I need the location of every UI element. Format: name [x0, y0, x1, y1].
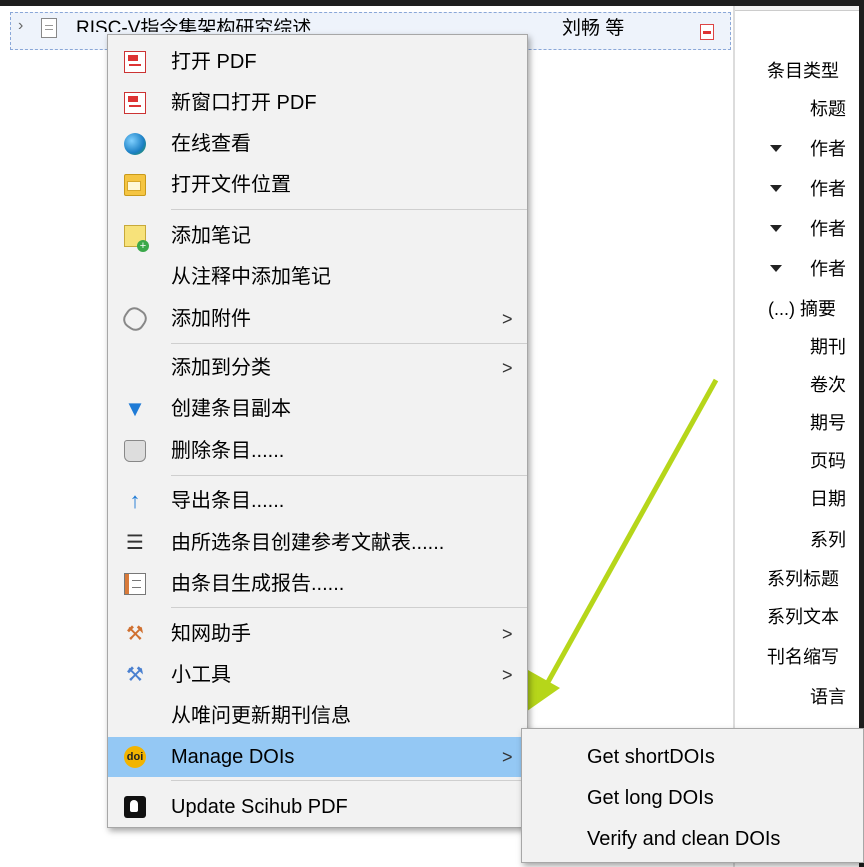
manage-dois-submenu: Get shortDOIs Get long DOIs Verify and c… [521, 728, 864, 863]
menu-item-add-attachment[interactable]: 添加附件 > [108, 299, 527, 339]
annotation-arrow-shaft [535, 378, 719, 702]
menu-item-label: 导出条目...... [171, 490, 285, 512]
wrench-icon: ⚒ [126, 623, 144, 645]
submenu-item-verify-clean-dois[interactable]: Verify and clean DOIs [522, 818, 863, 860]
globe-icon [124, 133, 146, 155]
menu-separator [171, 607, 527, 608]
chevron-right-icon: > [502, 358, 513, 378]
bibliography-icon: ☰ [126, 532, 144, 554]
menu-item-duplicate-item[interactable]: ▼ 创建条目副本 [108, 389, 527, 429]
menu-item-show-file[interactable]: 打开文件位置 [108, 165, 527, 205]
menu-item-label: 在线查看 [171, 133, 251, 155]
menu-item-export-item[interactable]: ↑ 导出条目...... [108, 481, 527, 521]
scihub-icon [124, 796, 146, 818]
menu-item-label: Manage DOIs [171, 746, 295, 768]
screenshot-stage: › RISC-V指令集架构研究综述 刘畅 等 条目类型 标题 作者 作者 作者 … [0, 0, 864, 867]
add-note-icon [124, 225, 149, 252]
submenu-item-get-short-dois[interactable]: Get shortDOIs [522, 736, 863, 778]
menu-separator [171, 475, 527, 476]
menu-item-label: 新窗口打开 PDF [171, 92, 317, 114]
menu-item-generate-report[interactable]: 由条目生成报告...... [108, 564, 527, 604]
menu-item-label: 从注释中添加笔记 [171, 266, 331, 288]
duplicate-icon: ▼ [124, 396, 146, 421]
menu-separator [171, 343, 527, 344]
menu-item-manage-dois[interactable]: doi Manage DOIs > [108, 737, 527, 777]
menu-item-label: 小工具 [171, 664, 231, 686]
menu-item-delete-item[interactable]: 删除条目...... [108, 431, 527, 471]
menu-item-open-pdf-new-window[interactable]: 新窗口打开 PDF [108, 83, 527, 123]
menu-item-label: 打开文件位置 [171, 174, 291, 196]
wrench-icon: ⚒ [126, 664, 144, 686]
menu-item-label: 由条目生成报告...... [171, 573, 345, 595]
menu-item-add-note[interactable]: 添加笔记 [108, 216, 527, 256]
trash-icon [124, 440, 146, 462]
menu-item-create-bibliography[interactable]: ☰ 由所选条目创建参考文献表...... [108, 523, 527, 563]
report-icon [124, 573, 146, 595]
menu-item-open-pdf[interactable]: 打开 PDF [108, 42, 527, 82]
folder-icon [124, 174, 146, 196]
menu-item-tools[interactable]: ⚒ 小工具 > [108, 655, 527, 695]
menu-item-label: 添加到分类 [171, 357, 271, 379]
paperclip-icon [119, 303, 151, 335]
submenu-item-label: Verify and clean DOIs [587, 828, 781, 850]
doi-icon: doi [124, 746, 146, 768]
menu-item-label: 知网助手 [171, 623, 251, 645]
chevron-right-icon: > [502, 665, 513, 685]
menu-separator [171, 780, 527, 781]
menu-item-label: 从唯问更新期刊信息 [171, 705, 351, 727]
menu-item-label: 由所选条目创建参考文献表...... [171, 532, 445, 554]
submenu-item-label: Get shortDOIs [587, 746, 715, 768]
menu-item-label: 打开 PDF [171, 51, 257, 73]
menu-item-label: Update Scihub PDF [171, 796, 348, 818]
pdf-icon [124, 92, 146, 114]
chevron-right-icon: > [502, 747, 513, 767]
chevron-right-icon: > [502, 624, 513, 644]
pdf-icon [124, 51, 146, 73]
menu-item-label: 添加笔记 [171, 225, 251, 247]
menu-item-update-scihub-pdf[interactable]: Update Scihub PDF [108, 787, 527, 827]
menu-item-label: 创建条目副本 [171, 398, 291, 420]
chevron-right-icon: > [502, 309, 513, 329]
menu-item-label: 添加附件 [171, 308, 251, 330]
menu-item-view-online[interactable]: 在线查看 [108, 124, 527, 164]
menu-item-cnki-helper[interactable]: ⚒ 知网助手 > [108, 614, 527, 654]
menu-item-add-to-collection[interactable]: 添加到分类 > [108, 348, 527, 388]
menu-item-update-journal-info[interactable]: 从唯问更新期刊信息 [108, 696, 527, 736]
menu-item-label: 删除条目...... [171, 440, 285, 462]
submenu-item-label: Get long DOIs [587, 787, 714, 809]
submenu-item-get-long-dois[interactable]: Get long DOIs [522, 777, 863, 819]
context-menu: 打开 PDF 新窗口打开 PDF 在线查看 打开文件位置 添加笔记 从注释中添加… [107, 34, 528, 828]
export-arrow-icon: ↑ [129, 488, 141, 513]
menu-separator [171, 209, 527, 210]
menu-item-add-note-from-annotations[interactable]: 从注释中添加笔记 [108, 257, 527, 297]
